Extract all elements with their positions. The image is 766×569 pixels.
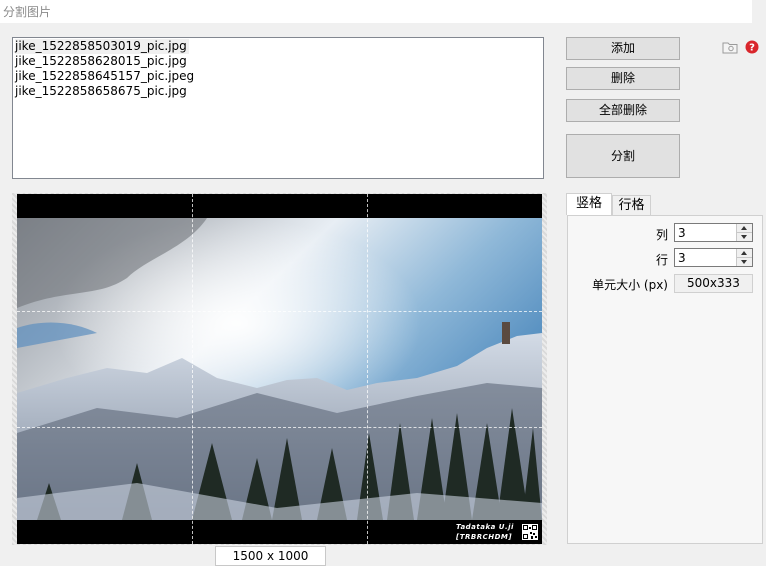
columns-decrement-icon[interactable] [737,233,752,241]
grid-line-vertical-2 [367,194,368,544]
grid-line-vertical-1 [192,194,193,544]
cell-size-value: 500x333 [674,274,753,293]
folder-icon[interactable] [722,40,738,54]
watermark-line-2: [TRBRCHDM] [456,533,513,541]
help-icon[interactable]: ? [745,40,759,54]
add-button[interactable]: 添加 [566,37,680,60]
delete-all-button[interactable]: 全部删除 [566,99,680,122]
image-dimensions: 1500 x 1000 [215,546,326,566]
rows-value[interactable]: 3 [678,250,686,266]
file-item-1[interactable]: jike_1522858503019_pic.jpg [15,39,189,54]
window-title: 分割图片 [3,5,52,19]
preview-photo [17,218,542,520]
qr-code-icon [522,524,538,540]
file-list[interactable]: jike_1522858503019_pic.jpg jike_15228586… [12,37,544,179]
svg-text:?: ? [749,43,755,54]
title-bar: 分割图片 [0,0,766,23]
columns-stepper-arrows [736,224,752,241]
tab-vertical-grid[interactable]: 竖格 [566,193,612,215]
columns-increment-icon[interactable] [737,224,752,233]
image-preview: Tadataka U.ji [TRBRCHDM] [17,194,542,544]
file-item-2[interactable]: jike_1522858628015_pic.jpg [15,54,541,69]
cell-size-label: 单元大小 (px) [592,278,668,292]
watermark: Tadataka U.ji [TRBRCHDM] [456,522,514,542]
watermark-line-1: Tadataka U.ji [456,523,514,531]
rows-increment-icon[interactable] [737,249,752,258]
grid-line-horizontal-1 [17,311,542,312]
rows-stepper-arrows [736,249,752,266]
list-item: jike_1522858503019_pic.jpg [15,39,541,54]
rows-decrement-icon[interactable] [737,258,752,266]
columns-value[interactable]: 3 [678,225,686,241]
split-button[interactable]: 分割 [566,134,680,178]
columns-label: 列 [655,228,668,242]
file-item-4[interactable]: jike_1522858658675_pic.jpg [15,84,541,99]
file-item-3[interactable]: jike_1522858645157_pic.jpeg [15,69,541,84]
tab-horizontal-grid[interactable]: 行格 [612,195,651,215]
title-bar-edge [752,0,766,23]
rows-label: 行 [655,253,668,267]
rows-stepper[interactable]: 3 [674,248,753,267]
delete-button[interactable]: 删除 [566,67,680,90]
columns-stepper[interactable]: 3 [674,223,753,242]
grid-line-horizontal-2 [17,427,542,428]
